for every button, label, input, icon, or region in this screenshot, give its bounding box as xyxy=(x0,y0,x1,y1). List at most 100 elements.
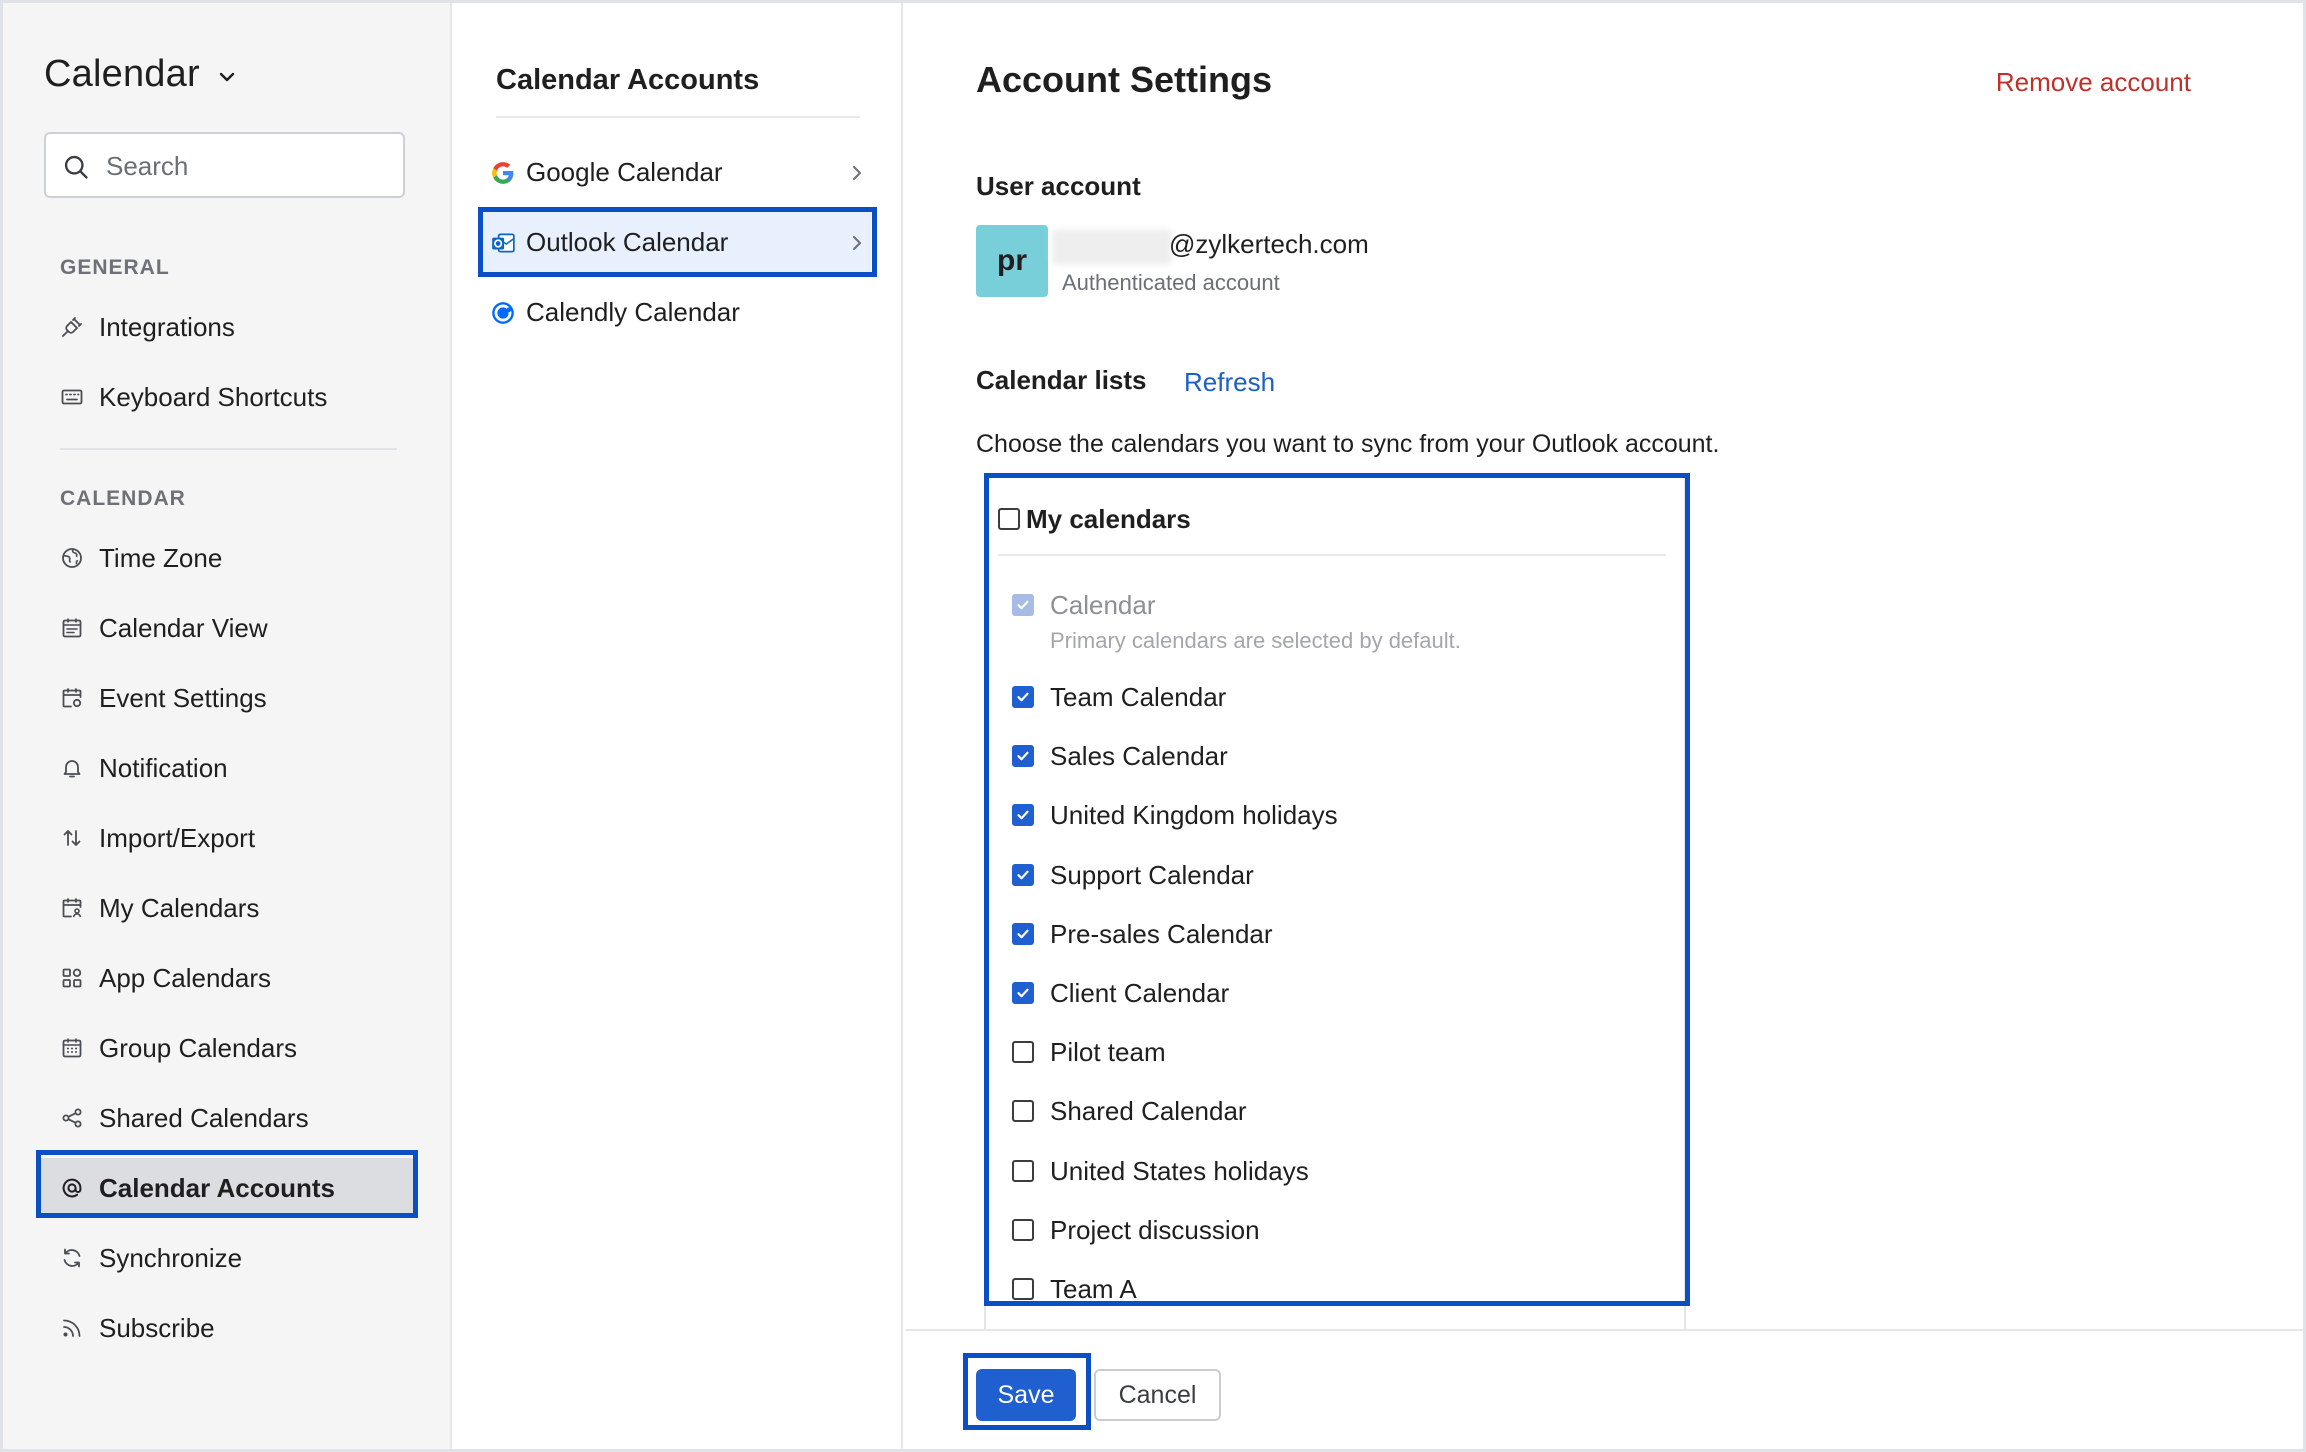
calendar-label: Team Calendar xyxy=(1050,682,1227,712)
account-item-label: Calendly Calendar xyxy=(526,297,740,327)
page-title: Account Settings xyxy=(976,59,1273,100)
checkbox[interactable] xyxy=(1012,923,1034,945)
sidebar-item-subscribe[interactable]: Subscribe xyxy=(39,1298,417,1358)
account-item-google[interactable]: Google Calendar xyxy=(482,140,871,204)
calendar-label: United States holidays xyxy=(1050,1156,1309,1186)
checkbox[interactable] xyxy=(1012,1219,1034,1241)
bell-icon xyxy=(63,760,81,778)
calendar-label: Sales Calendar xyxy=(1050,741,1228,771)
sidebar-item-label: Subscribe xyxy=(99,1313,215,1343)
save-button[interactable]: Save xyxy=(976,1369,1076,1421)
share-icon xyxy=(62,1108,82,1128)
sidebar-item-time-zone[interactable]: Time Zone xyxy=(39,528,417,588)
google-logo-icon xyxy=(492,162,514,184)
import-export-icon xyxy=(63,830,81,846)
sidebar-item-label: My Calendars xyxy=(99,893,260,923)
sidebar-item-app-calendars[interactable]: App Calendars xyxy=(39,948,417,1008)
group-label: My calendars xyxy=(1026,504,1191,534)
search-input[interactable]: Search xyxy=(44,132,405,198)
calendar-label: Shared Calendar xyxy=(1050,1096,1247,1126)
calendar-lists-heading: Calendar lists xyxy=(976,365,1147,395)
sidebar-item-label: Synchronize xyxy=(99,1243,243,1273)
checkbox xyxy=(1012,594,1034,616)
sidebar-item-shared-calendars[interactable]: Shared Calendars xyxy=(39,1088,417,1148)
sidebar-item-label: Group Calendars xyxy=(99,1033,297,1063)
panel-title: Calendar Accounts xyxy=(496,64,760,96)
sidebar-item-label: Time Zone xyxy=(99,543,223,573)
calendar-label: United Kingdom holidays xyxy=(1050,800,1338,830)
calendar-label: Calendar xyxy=(1050,590,1156,620)
sidebar-item-label: Keyboard Shortcuts xyxy=(99,382,328,412)
calendar-label: Pre-sales Calendar xyxy=(1050,919,1273,949)
user-account-heading: User account xyxy=(976,171,1141,201)
account-item-outlook[interactable]: Outlook Calendar xyxy=(482,210,871,274)
sync-icon xyxy=(63,1248,81,1268)
chevron-right-icon xyxy=(853,166,861,180)
sidebar-item-calendar-view[interactable]: Calendar View xyxy=(39,598,417,658)
outlook-logo-icon xyxy=(492,233,515,253)
checkbox[interactable] xyxy=(1012,982,1034,1004)
auth-status: Authenticated account xyxy=(1062,270,1280,295)
account-email: @zylkertech.com xyxy=(1169,229,1369,259)
search-placeholder: Search xyxy=(106,151,189,181)
account-item-label: Google Calendar xyxy=(526,157,723,187)
calendar-label: Team A xyxy=(1050,1274,1137,1304)
chevron-right-icon xyxy=(853,236,861,250)
app-grid-icon xyxy=(62,968,82,988)
sidebar-item-notification[interactable]: Notification xyxy=(39,738,417,798)
sidebar-item-label: Event Settings xyxy=(99,683,267,713)
calendar-label: Client Calendar xyxy=(1050,978,1230,1008)
account-item-calendly[interactable]: Calendly Calendar xyxy=(482,280,871,344)
sidebar-item-label: Import/Export xyxy=(99,823,256,853)
sidebar-item-import-export[interactable]: Import/Export xyxy=(39,808,417,868)
sidebar-item-label: Notification xyxy=(99,753,228,783)
sidebar-item-synchronize[interactable]: Synchronize xyxy=(39,1228,417,1288)
sidebar-item-label: App Calendars xyxy=(99,963,271,993)
sidebar-item-calendar-accounts[interactable]: Calendar Accounts xyxy=(39,1158,417,1218)
sidebar-divider xyxy=(60,448,397,450)
group-calendar-icon xyxy=(62,1038,82,1058)
keyboard-icon xyxy=(61,389,83,405)
refresh-link[interactable]: Refresh xyxy=(1184,367,1275,398)
globe-icon xyxy=(62,548,82,568)
sidebar-item-label: Calendar Accounts xyxy=(99,1173,335,1203)
sidebar-item-my-calendars[interactable]: My Calendars xyxy=(39,878,417,938)
calendar-lists-description: Choose the calendars you want to sync fr… xyxy=(976,430,1720,458)
avatar: pr xyxy=(976,225,1048,297)
settings-sidebar: Calendar Search GENERAL Integrations Key… xyxy=(3,3,452,1449)
calendar-label: Pilot team xyxy=(1050,1037,1166,1067)
checkbox[interactable] xyxy=(1012,745,1034,767)
list-divider xyxy=(998,554,1666,556)
account-item-label: Outlook Calendar xyxy=(526,227,729,257)
plug-icon xyxy=(62,317,82,337)
checkbox[interactable] xyxy=(1012,804,1034,826)
app-title[interactable]: Calendar xyxy=(44,53,200,96)
checkbox[interactable] xyxy=(1012,686,1034,708)
checkbox[interactable] xyxy=(1012,1160,1034,1182)
cancel-button[interactable]: Cancel xyxy=(1094,1369,1221,1421)
checkbox[interactable] xyxy=(1012,1100,1034,1122)
chevron-down-icon[interactable] xyxy=(215,65,239,89)
section-label-general: GENERAL xyxy=(60,256,170,279)
rss-icon xyxy=(63,1319,81,1337)
search-icon xyxy=(64,155,88,179)
my-calendars-icon xyxy=(62,898,82,918)
checkbox[interactable] xyxy=(998,508,1020,530)
sidebar-item-integrations[interactable]: Integrations xyxy=(39,297,417,357)
calendar-accounts-panel: Calendar Accounts Google Calendar Outloo… xyxy=(454,3,903,1449)
calendar-label: Support Calendar xyxy=(1050,860,1254,890)
calendly-logo-icon xyxy=(492,302,514,324)
remove-account-link[interactable]: Remove account xyxy=(1996,67,2191,98)
checkbox[interactable] xyxy=(1012,1278,1034,1300)
checkbox[interactable] xyxy=(1012,864,1034,886)
calendar-view-icon xyxy=(62,618,82,638)
sidebar-item-label: Shared Calendars xyxy=(99,1103,309,1133)
calendar-list-box[interactable]: My calendars Calendar Primary calendars … xyxy=(984,476,1686,1338)
email-redacted xyxy=(1052,229,1172,265)
section-label-calendar: CALENDAR xyxy=(60,487,186,510)
list-fade xyxy=(984,1331,1686,1341)
sidebar-item-event-settings[interactable]: Event Settings xyxy=(39,668,417,728)
checkbox[interactable] xyxy=(1012,1041,1034,1063)
sidebar-item-keyboard-shortcuts[interactable]: Keyboard Shortcuts xyxy=(39,367,417,427)
sidebar-item-group-calendars[interactable]: Group Calendars xyxy=(39,1018,417,1078)
